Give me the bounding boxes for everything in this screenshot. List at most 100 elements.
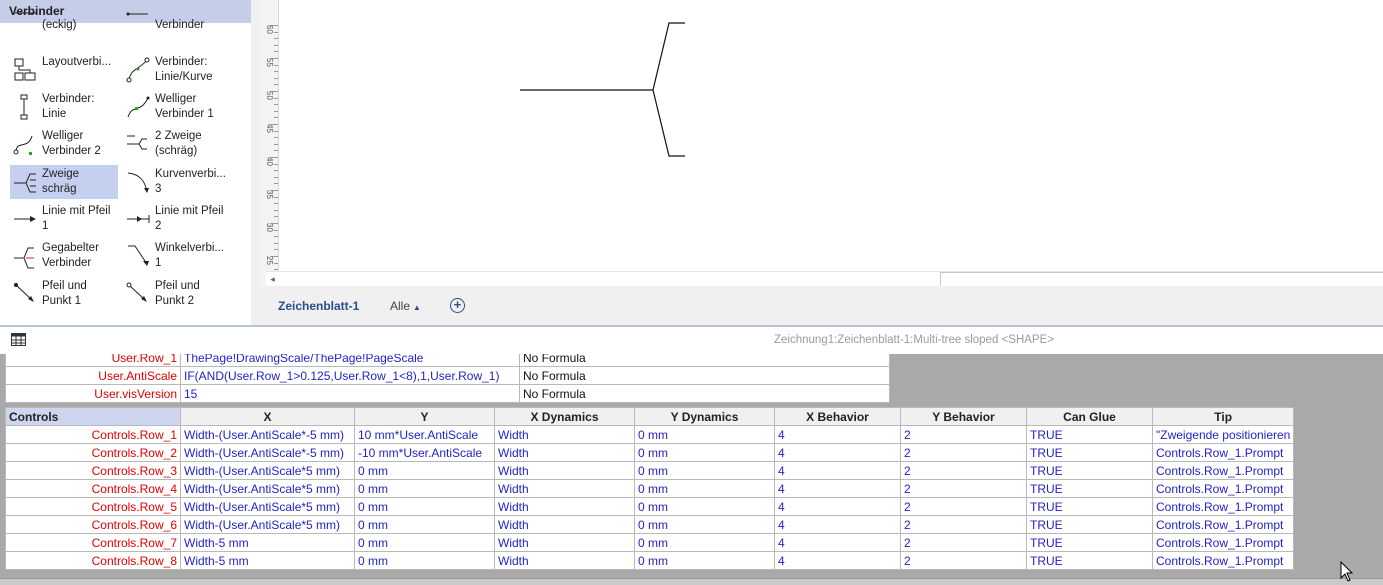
formula-cell[interactable]: 2 — [900, 425, 1027, 444]
formula-cell[interactable]: 4 — [774, 497, 901, 516]
formula-cell[interactable]: -10 mm*User.AntiScale — [354, 443, 495, 462]
formula-cell[interactable]: Width-5 mm — [180, 533, 355, 552]
stencil-shape-item[interactable]: Welliger Verbinder 1 — [123, 90, 231, 124]
value-cell[interactable]: IF(AND(User.Row_1>0.125,User.Row_1<8),1,… — [180, 366, 520, 385]
row-name-cell[interactable]: Controls.Row_2 — [5, 443, 181, 462]
formula-cell[interactable]: 0 mm — [634, 551, 775, 570]
formula-cell[interactable]: TRUE — [1026, 425, 1153, 444]
stencil-shape-item[interactable]: Linie mit Pfeil 2 — [123, 202, 231, 236]
formula-cell[interactable]: 0 mm — [354, 461, 495, 480]
column-header[interactable]: Y Dynamics — [634, 407, 775, 426]
formula-cell[interactable]: "Zweigende positionieren — [1151, 425, 1295, 444]
stencil-shape-item[interactable]: Welliger Verbinder 2 — [10, 127, 118, 161]
row-name-cell[interactable]: Controls.Row_7 — [5, 533, 181, 552]
formula-cell[interactable]: 4 — [774, 515, 901, 534]
formula-cell[interactable]: Width — [494, 479, 635, 498]
formula-cell[interactable]: Controls.Row_1.Prompt — [1151, 497, 1295, 516]
formula-cell[interactable]: Controls.Row_1.Prompt — [1151, 533, 1295, 552]
scroll-thumb[interactable] — [940, 272, 1383, 287]
stencil-shape-item[interactable]: Gegabelter Verbinder — [10, 239, 118, 273]
stencil-shape-item[interactable]: Verbinder: Linie — [10, 90, 118, 124]
formula-cell[interactable]: 4 — [774, 479, 901, 498]
stencil-shape-item[interactable]: Linie mit Pfeil 1 — [10, 202, 118, 236]
formula-cell[interactable]: TRUE — [1026, 533, 1153, 552]
column-header[interactable]: Y — [354, 407, 495, 426]
formula-cell[interactable]: 0 mm — [634, 443, 775, 462]
tab-page-1[interactable]: Zeichenblatt-1 — [278, 299, 359, 313]
formula-cell[interactable]: 0 mm — [634, 515, 775, 534]
formula-cell[interactable]: 2 — [900, 461, 1027, 480]
formula-cell[interactable]: 0 mm — [354, 497, 495, 516]
formula-cell[interactable]: TRUE — [1026, 497, 1153, 516]
column-header[interactable]: Tip — [1151, 407, 1295, 426]
row-name-cell[interactable]: Controls.Row_6 — [5, 515, 181, 534]
formula-cell[interactable]: TRUE — [1026, 443, 1153, 462]
formula-cell[interactable]: Controls.Row_1.Prompt — [1151, 479, 1295, 498]
horizontal-scrollbar[interactable]: ◂ — [266, 271, 1383, 287]
formula-cell[interactable]: 2 — [900, 515, 1027, 534]
formula-cell[interactable]: Width-5 mm — [180, 551, 355, 570]
scroll-left-icon[interactable]: ◂ — [266, 272, 279, 286]
tab-all-pages[interactable]: Alle ▲ — [390, 299, 421, 313]
formula-cell[interactable]: Width — [494, 461, 635, 480]
formula-cell[interactable]: 0 mm — [354, 533, 495, 552]
formula-cell[interactable]: 2 — [900, 551, 1027, 570]
stencil-shape-item[interactable]: Verbinder: Linie/Kurve — [123, 53, 231, 87]
formula-cell[interactable]: TRUE — [1026, 515, 1153, 534]
stencil-shape-item[interactable]: Layoutverbi... — [10, 53, 118, 87]
prompt-cell[interactable]: No Formula — [519, 384, 890, 403]
formula-cell[interactable]: Controls.Row_1.Prompt — [1151, 461, 1295, 480]
formula-cell[interactable]: 0 mm — [634, 461, 775, 480]
row-name-cell[interactable]: Controls.Row_4 — [5, 479, 181, 498]
formula-cell[interactable]: 10 mm*User.AntiScale — [354, 425, 495, 444]
formula-cell[interactable]: Width-(User.AntiScale*5 mm) — [180, 461, 355, 480]
column-header[interactable]: Can Glue — [1026, 407, 1153, 426]
formula-cell[interactable]: Controls.Row_1.Prompt — [1151, 515, 1295, 534]
row-name-cell[interactable]: Controls.Row_8 — [5, 551, 181, 570]
formula-cell[interactable]: 4 — [774, 533, 901, 552]
stencil-shape-item[interactable]: Pfeil und Punkt 1 — [10, 277, 118, 311]
controls-section-header[interactable]: Controls — [5, 407, 181, 426]
formula-cell[interactable]: 0 mm — [354, 515, 495, 534]
column-header[interactable]: X — [180, 407, 355, 426]
formula-cell[interactable]: Width-(User.AntiScale*5 mm) — [180, 479, 355, 498]
formula-cell[interactable]: Width-(User.AntiScale*-5 mm) — [180, 443, 355, 462]
stencil-shape-item[interactable]: Verbinder — [123, 12, 231, 44]
column-header[interactable]: X Dynamics — [494, 407, 635, 426]
formula-cell[interactable]: Width — [494, 425, 635, 444]
prompt-cell[interactable]: No Formula — [519, 366, 890, 385]
formula-cell[interactable]: 0 mm — [634, 533, 775, 552]
value-cell[interactable]: ThePage!DrawingScale/ThePage!PageScale — [180, 354, 520, 367]
prompt-cell[interactable]: No Formula — [519, 354, 890, 367]
formula-cell[interactable]: 2 — [900, 497, 1027, 516]
formula-cell[interactable]: 0 mm — [354, 479, 495, 498]
formula-cell[interactable]: 4 — [774, 461, 901, 480]
stencil-shape-item[interactable]: Pfeil und Punkt 2 — [123, 277, 231, 311]
row-name-cell[interactable]: Controls.Row_5 — [5, 497, 181, 516]
formula-cell[interactable]: 0 mm — [634, 497, 775, 516]
formula-cell[interactable]: 0 mm — [634, 479, 775, 498]
formula-cell[interactable]: 4 — [774, 443, 901, 462]
column-header[interactable]: Y Behavior — [900, 407, 1027, 426]
formula-cell[interactable]: 2 — [900, 479, 1027, 498]
formula-cell[interactable]: Width — [494, 515, 635, 534]
multi-tree-sloped-shape[interactable] — [279, 0, 1383, 271]
formula-cell[interactable]: 2 — [900, 533, 1027, 552]
stencil-scrollbar[interactable] — [251, 0, 259, 325]
formula-cell[interactable]: Width-(User.AntiScale*-5 mm) — [180, 425, 355, 444]
formula-cell[interactable]: Controls.Row_1.Prompt — [1151, 443, 1295, 462]
row-name-cell[interactable]: User.visVersion — [5, 384, 181, 403]
formula-cell[interactable]: Width — [494, 551, 635, 570]
formula-cell[interactable]: Width — [494, 497, 635, 516]
stencil-shape-item[interactable]: Zweige schräg — [10, 165, 118, 199]
formula-cell[interactable]: Width-(User.AntiScale*5 mm) — [180, 515, 355, 534]
formula-cell[interactable]: Width — [494, 443, 635, 462]
stencil-shape-item[interactable]: Kurvenverbi... 3 — [123, 165, 231, 199]
formula-cell[interactable]: TRUE — [1026, 551, 1153, 570]
row-name-cell[interactable]: User.AntiScale — [5, 366, 181, 385]
formula-cell[interactable]: 4 — [774, 425, 901, 444]
formula-cell[interactable]: Controls.Row_1.Prompt — [1151, 551, 1295, 570]
formula-cell[interactable]: TRUE — [1026, 461, 1153, 480]
formula-cell[interactable]: 0 mm — [634, 425, 775, 444]
shapesheet-icon[interactable] — [11, 333, 26, 346]
